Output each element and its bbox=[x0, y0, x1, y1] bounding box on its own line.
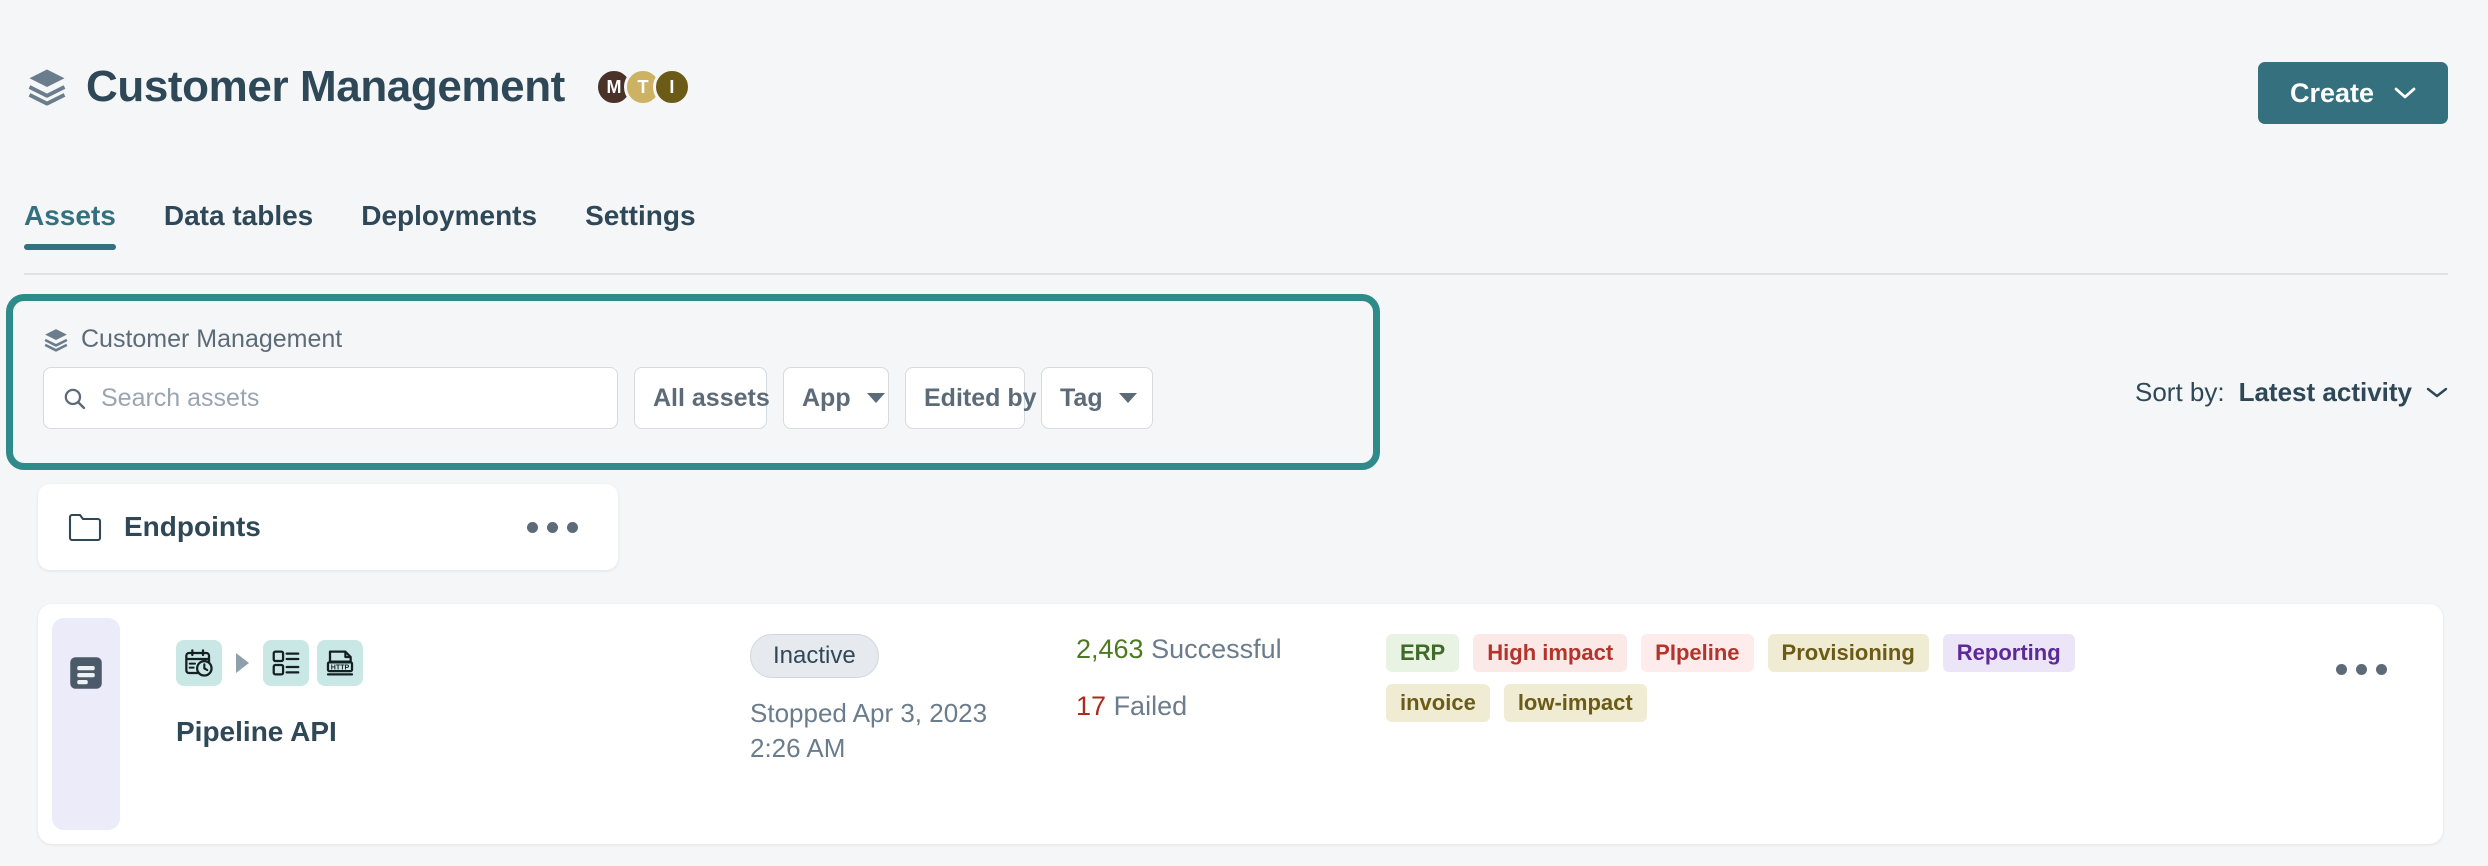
breadcrumb-label: Customer Management bbox=[81, 325, 343, 353]
filter-tag-label: Tag bbox=[1060, 383, 1103, 412]
successful-runs-count: 2,463 bbox=[1076, 634, 1144, 664]
tag-chip[interactable]: Reporting bbox=[1942, 634, 2075, 672]
tag-chip[interactable]: invoice bbox=[1386, 684, 1490, 722]
sort-by-prefix: Sort by: bbox=[2135, 377, 2225, 407]
create-button[interactable]: Create bbox=[2258, 62, 2448, 124]
sort-by-value: Latest activity bbox=[2238, 377, 2412, 407]
filter-controls: All assets App Edited by Tag bbox=[43, 367, 1153, 429]
folder-icon bbox=[68, 513, 102, 541]
assets-page: Customer Management M T I Create Assets … bbox=[0, 0, 2488, 866]
filter-edited-by[interactable]: Edited by bbox=[905, 367, 1071, 429]
avatar[interactable]: I bbox=[652, 68, 691, 106]
tag-chip[interactable]: Provisioning bbox=[1767, 634, 1929, 672]
failed-runs-count: 17 bbox=[1076, 691, 1107, 721]
avatar-group: M T I bbox=[594, 68, 691, 106]
page-header: Customer Management M T I Create bbox=[0, 0, 2488, 190]
search-icon bbox=[62, 386, 87, 411]
filter-edited-by-label: Edited by bbox=[924, 383, 1037, 412]
calendar-clock-icon[interactable] bbox=[176, 640, 222, 686]
chevron-down-icon bbox=[2394, 86, 2416, 100]
page-title: Customer Management bbox=[86, 62, 565, 111]
folder-card-endpoints[interactable]: Endpoints bbox=[38, 484, 618, 570]
asset-type-accent bbox=[52, 618, 120, 830]
svg-text:HTTP: HTTP bbox=[331, 665, 350, 672]
tab-data-tables[interactable]: Data tables bbox=[140, 200, 337, 250]
more-horizontal-icon[interactable] bbox=[2328, 656, 2395, 683]
layers-stack-icon bbox=[43, 327, 69, 353]
caret-down-icon bbox=[1118, 393, 1137, 403]
tag-chip[interactable]: High impact bbox=[1473, 634, 1628, 672]
filter-app-label: App bbox=[802, 383, 851, 412]
filter-tag[interactable]: Tag bbox=[1041, 367, 1153, 429]
asset-row[interactable]: HTTP Pipeline API Inactive Stopped Apr 3… bbox=[38, 604, 2443, 844]
chevron-down-icon bbox=[2426, 386, 2448, 399]
layers-stack-icon bbox=[26, 66, 68, 108]
create-button-label: Create bbox=[2289, 77, 2375, 108]
title-row: Customer Management M T I bbox=[26, 62, 691, 112]
tab-settings[interactable]: Settings bbox=[561, 200, 719, 250]
filter-app[interactable]: App bbox=[783, 367, 889, 429]
asset-tags: ERP High impact PIpeline Provisioning Re… bbox=[1386, 634, 2086, 722]
more-horizontal-icon[interactable] bbox=[517, 512, 588, 543]
successful-runs-label: Successful bbox=[1151, 634, 1282, 664]
search-input[interactable] bbox=[101, 383, 599, 413]
successful-runs: 2,463 Successful bbox=[1076, 634, 1406, 665]
tab-deployments[interactable]: Deployments bbox=[337, 200, 561, 250]
asset-stopped-time: Stopped Apr 3, 2023 2:26 AM bbox=[750, 698, 988, 764]
tag-chip[interactable]: PIpeline bbox=[1641, 634, 1754, 672]
tab-bar-divider bbox=[24, 273, 2448, 275]
tag-chip[interactable]: ERP bbox=[1386, 634, 1460, 672]
folder-name: Endpoints bbox=[124, 511, 261, 542]
document-lines-icon bbox=[65, 652, 107, 694]
tag-chip[interactable]: low-impact bbox=[1503, 684, 1647, 722]
http-file-icon[interactable]: HTTP bbox=[317, 640, 363, 686]
tab-bar: Assets Data tables Deployments Settings bbox=[24, 200, 720, 250]
failed-runs: 17 Failed bbox=[1076, 691, 1406, 722]
asset-pipeline-icons: HTTP bbox=[176, 640, 363, 686]
sort-by-control[interactable]: Sort by: Latest activity bbox=[2135, 377, 2448, 408]
status-badge: Inactive bbox=[750, 634, 879, 678]
search-box[interactable] bbox=[43, 367, 618, 429]
failed-runs-label: Failed bbox=[1113, 691, 1188, 721]
filter-all-assets[interactable]: All assets bbox=[634, 367, 804, 429]
asset-name[interactable]: Pipeline API bbox=[176, 716, 337, 748]
form-list-icon[interactable] bbox=[263, 640, 309, 686]
asset-status-column: Inactive Stopped Apr 3, 2023 2:26 AM bbox=[750, 634, 1070, 766]
asset-row-body: HTTP Pipeline API Inactive Stopped Apr 3… bbox=[176, 604, 2443, 844]
caret-down-icon bbox=[866, 393, 885, 403]
arrow-right-icon bbox=[236, 653, 249, 673]
breadcrumb: Customer Management bbox=[43, 325, 342, 354]
filter-all-assets-label: All assets bbox=[653, 383, 770, 412]
asset-runs-column: 2,463 Successful 17 Failed bbox=[1076, 634, 1406, 722]
filter-panel-highlight: Customer Management All assets App bbox=[6, 294, 1380, 470]
tab-assets[interactable]: Assets bbox=[24, 200, 140, 250]
